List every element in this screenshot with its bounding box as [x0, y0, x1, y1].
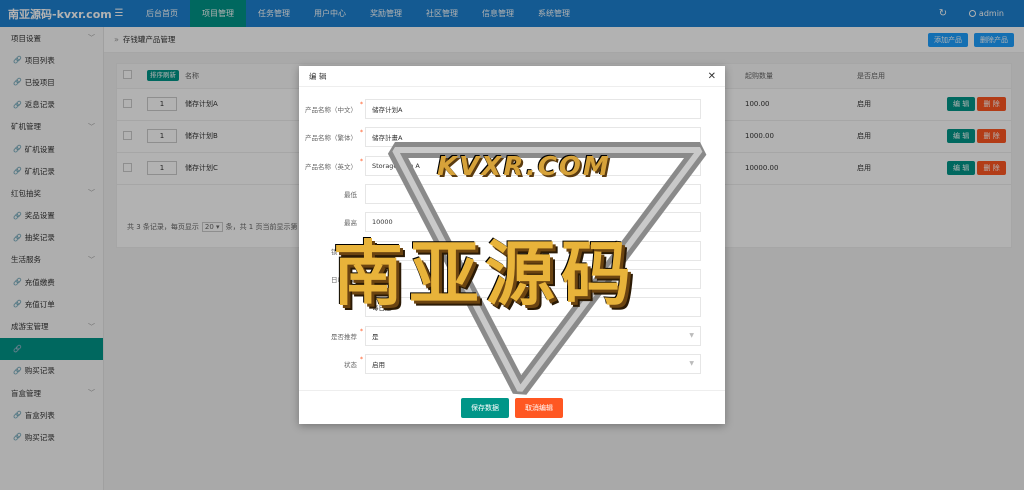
name-cn-input[interactable]: 储存计划A: [365, 99, 701, 120]
edit-form: 产品名称（中文） * 储存计划A 产品名称（繁体） * 储存計畫A 产品名称（英文）…: [299, 87, 725, 378]
chevron-down-icon: ▼: [689, 332, 694, 340]
label-text: 产品名称（英文）: [305, 162, 357, 171]
input-value: 储存计划A: [372, 106, 403, 115]
label-text: 日收益率: [331, 275, 357, 284]
required-mark: *: [360, 355, 363, 363]
required-mark: *: [360, 327, 363, 335]
label-text: 产品名称（繁体）: [305, 134, 357, 143]
cancel-button[interactable]: 取消编辑: [515, 397, 563, 418]
edit-dialog: 编 辑 ✕ 产品名称（中文） * 储存计划A 产品名称（繁体） * 储存計畫A 产品…: [299, 66, 725, 424]
label-text: 最低: [344, 191, 357, 200]
name-tw-input[interactable]: 储存計畫A: [365, 127, 701, 148]
close-icon[interactable]: ✕: [708, 71, 716, 82]
status-select[interactable]: 启用 ▼: [365, 353, 701, 374]
name-en-input[interactable]: Storage Plan A: [365, 155, 701, 176]
recommend-select[interactable]: 是 ▼: [365, 325, 701, 346]
input-value: 0.13: [372, 274, 387, 283]
form-row-name-cn: 产品名称（中文） * 储存计划A: [299, 95, 725, 123]
form-row-recommend: 是否推荐 * 是 ▼: [299, 321, 725, 349]
daily-rate-input[interactable]: 0.13: [365, 268, 701, 289]
select-value: 启用: [372, 360, 385, 369]
field-label: 最低: [299, 189, 361, 199]
required-mark: *: [360, 157, 363, 165]
field-label: 最高: [299, 217, 361, 227]
required-mark: *: [360, 101, 363, 109]
field-label: 产品名称（繁体） *: [299, 129, 363, 143]
form-row-min: 最低: [299, 180, 725, 208]
input-value: 每日返: [372, 304, 392, 313]
label-text: 锁仓日期: [331, 247, 357, 256]
form-row-lock-date: 锁仓日期: [299, 236, 725, 264]
form-row-status: 状态 * 启用 ▼: [299, 350, 725, 378]
label-text: 产品名称（中文）: [305, 106, 357, 115]
form-row-max: 最高 10000: [299, 208, 725, 236]
select-value: 是: [372, 332, 379, 341]
input-value: Storage Plan A: [372, 161, 420, 170]
max-input[interactable]: 10000: [365, 212, 701, 233]
field-label: 是否推荐 *: [299, 327, 363, 341]
field-label: 锁仓日期: [299, 246, 361, 256]
form-row-name-tw: 产品名称（繁体） * 储存計畫A: [299, 123, 725, 151]
field-label: 日收益率: [299, 274, 361, 284]
form-row-return-mode: 每日返: [299, 293, 725, 321]
label-text: 最高: [344, 219, 357, 228]
dialog-footer: 保存数据 取消编辑: [299, 390, 725, 424]
field-label: 状态 *: [299, 355, 363, 369]
field-label: 产品名称（英文） *: [299, 157, 363, 171]
required-mark: *: [360, 129, 363, 137]
label-text: 状态: [344, 360, 357, 369]
label-text: 是否推荐: [331, 332, 357, 341]
input-value: 储存計畫A: [372, 134, 403, 143]
dialog-header: 编 辑 ✕: [299, 66, 725, 87]
dialog-title: 编 辑: [309, 71, 327, 81]
field-label: 产品名称（中文） *: [299, 101, 363, 115]
input-value: 10000: [372, 218, 393, 227]
form-row-daily-rate: 日收益率 0.13: [299, 265, 725, 293]
save-button[interactable]: 保存数据: [461, 397, 509, 418]
return-mode-input[interactable]: 每日返: [365, 297, 701, 318]
chevron-down-icon: ▼: [689, 360, 694, 368]
min-input[interactable]: [365, 184, 701, 205]
lock-date-input[interactable]: [365, 240, 701, 261]
form-row-name-en: 产品名称（英文） * Storage Plan A: [299, 152, 725, 180]
